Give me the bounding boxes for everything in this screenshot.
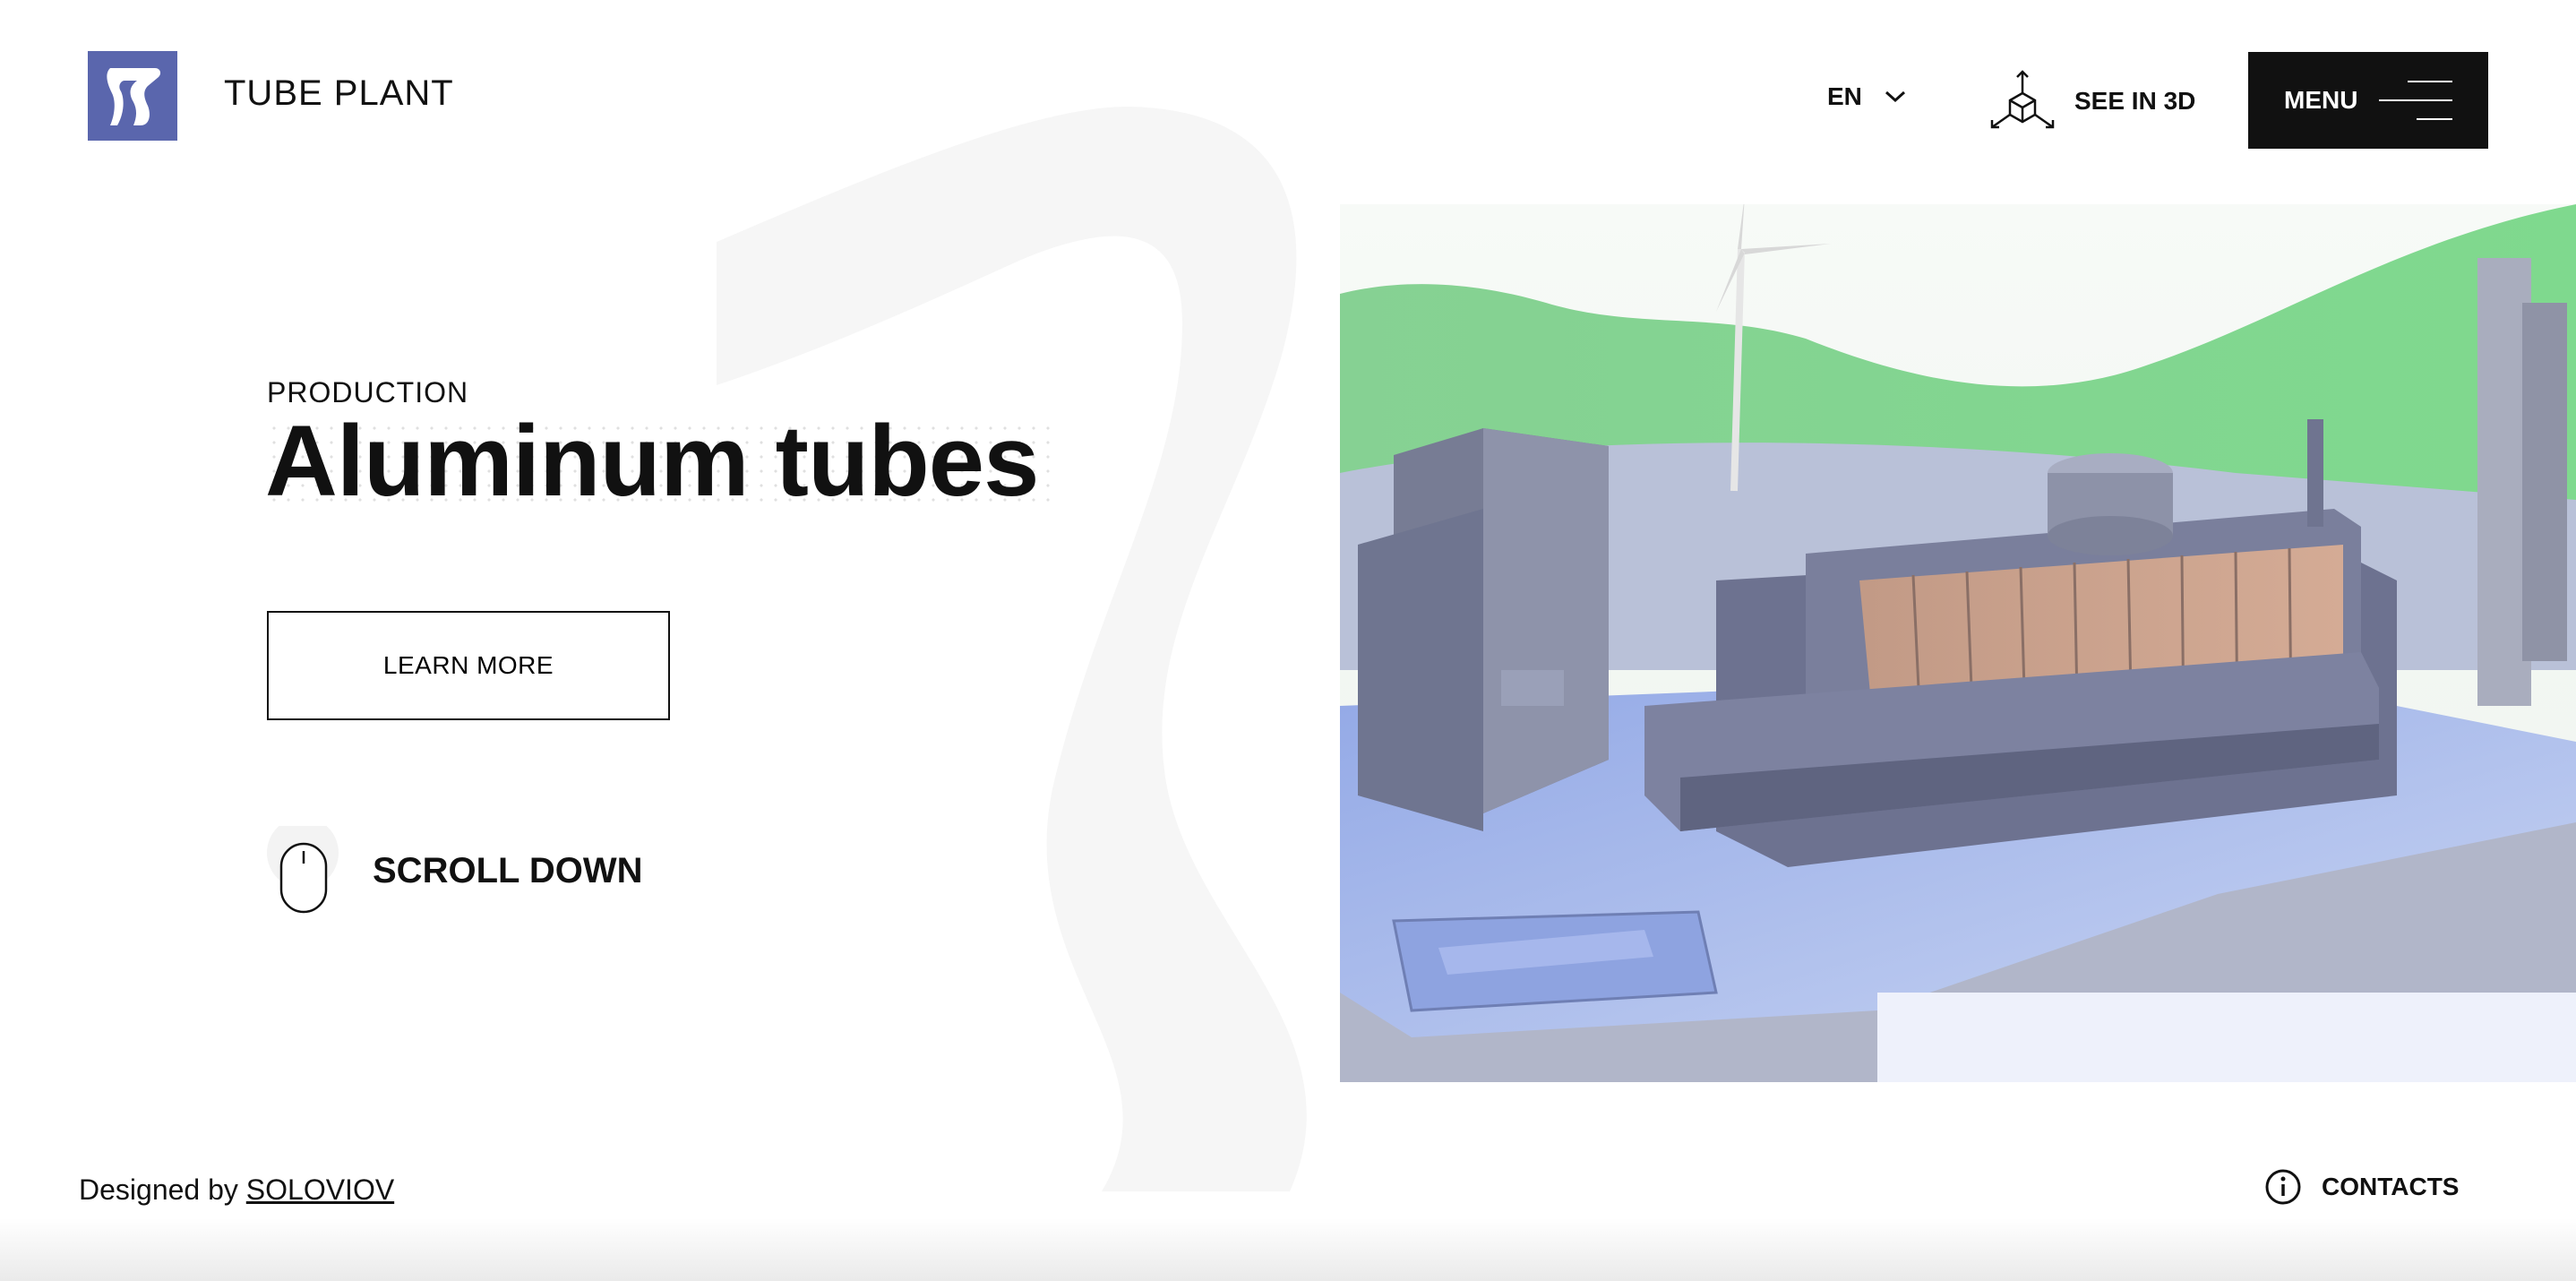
designer-credit: Designed by SOLOVIOV <box>79 1174 394 1207</box>
tube-logo-icon <box>107 68 161 125</box>
contacts-label: CONTACTS <box>2322 1173 2460 1200</box>
contacts-link[interactable]: CONTACTS <box>2264 1168 2459 1206</box>
designer-link[interactable]: SOLOVIOV <box>246 1174 394 1206</box>
learn-more-button[interactable]: LEARN MORE <box>267 611 670 720</box>
menu-button[interactable]: MENU <box>2248 52 2488 149</box>
info-icon <box>2265 1169 2301 1205</box>
language-label: EN <box>1827 82 1862 110</box>
logo[interactable] <box>88 51 177 141</box>
scroll-down-label: SCROLL DOWN <box>373 850 643 890</box>
bottom-shadow <box>0 1218 2576 1281</box>
brand-name: TUBE PLANT <box>224 73 454 113</box>
see-in-3d-button[interactable]: SEE IN 3D <box>1988 70 2195 133</box>
menu-label: MENU <box>2284 86 2358 114</box>
designed-by-label: Designed by <box>79 1174 246 1206</box>
see-in-3d-label: SEE IN 3D <box>2074 87 2196 115</box>
chevron-down-icon <box>1885 90 1905 103</box>
background-logo-shape <box>717 107 1307 1191</box>
scroll-down-indicator[interactable]: SCROLL DOWN <box>267 817 643 916</box>
page-title: Aluminum tubes <box>265 405 1039 517</box>
cube-3d-icon <box>1990 70 2055 129</box>
language-selector[interactable]: EN <box>1827 82 1907 111</box>
hamburger-icon <box>2379 79 2452 122</box>
mouse-icon <box>267 817 339 916</box>
factory-3d-render <box>1340 204 2576 1082</box>
